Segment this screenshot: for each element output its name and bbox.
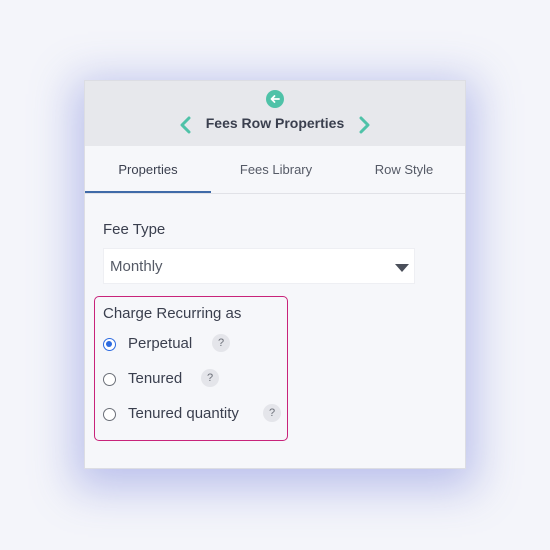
option-label[interactable]: Tenured quantity: [128, 405, 239, 422]
radio-perpetual[interactable]: [103, 338, 116, 351]
arrow-left-circle-icon[interactable]: [266, 90, 284, 108]
fee-type-value: Monthly: [110, 258, 163, 275]
option-label[interactable]: Tenured: [128, 370, 182, 387]
chevron-right-icon[interactable]: [357, 116, 371, 134]
tab-row-style[interactable]: Row Style: [341, 146, 465, 193]
fee-type-select[interactable]: Monthly: [103, 248, 415, 284]
radio-tenured[interactable]: [103, 373, 116, 386]
tab-properties[interactable]: Properties: [85, 146, 211, 193]
tab-bar: Properties Fees Library Row Style: [85, 146, 465, 194]
help-icon[interactable]: ?: [212, 334, 230, 352]
radio-tenured-quantity[interactable]: [103, 408, 116, 421]
fee-type-label: Fee Type: [103, 221, 166, 238]
panel-header: Fees Row Properties: [85, 81, 465, 146]
charge-recurring-label: Charge Recurring as: [103, 305, 242, 322]
help-icon[interactable]: ?: [201, 369, 219, 387]
caret-down-icon[interactable]: [395, 264, 409, 272]
tab-fees-library[interactable]: Fees Library: [211, 146, 341, 193]
help-icon[interactable]: ?: [263, 404, 281, 422]
panel-title: Fees Row Properties: [205, 115, 345, 131]
option-label[interactable]: Perpetual: [128, 335, 192, 352]
charge-recurring-group: Charge Recurring as Perpetual ? Tenured …: [94, 296, 288, 441]
fees-row-properties-panel: Fees Row Properties Properties Fees Libr…: [84, 80, 466, 469]
